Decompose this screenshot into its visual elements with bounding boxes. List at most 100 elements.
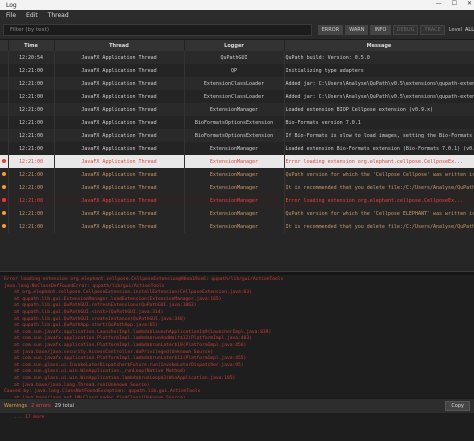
error-dot-icon	[1, 197, 6, 202]
log-row[interactable]: 12:21:00 JavaFX Application Thread Extensi…	[0, 168, 474, 181]
col-indicator	[0, 40, 9, 51]
cell-thread: JavaFX Application Thread	[54, 129, 185, 142]
log-row[interactable]: 12:20:54 JavaFX Application Thread QuPathG…	[0, 51, 474, 64]
stacktrace-line: at org.elephant.cellpose.CellposeExtensi…	[14, 290, 252, 296]
filter-input[interactable]: Filter (by text)	[3, 23, 312, 36]
log-row[interactable]: 12:21:00 JavaFX Application Thread Extensi…	[0, 181, 474, 194]
log-row[interactable]: 12:21:00 JavaFX Application Thread BioForm…	[0, 116, 474, 129]
cell-thread: JavaFX Application Thread	[54, 220, 185, 233]
cell-thread: JavaFX Application Thread	[54, 103, 185, 116]
stacktrace-line: at qupath.lib.gui.QuPathApp.start(QuPath…	[14, 323, 158, 329]
close-icon[interactable]: ✕	[467, 0, 472, 7]
cell-logger: ExtensionManager	[184, 103, 285, 116]
row-indicator	[0, 194, 9, 207]
log-row[interactable]: 12:21:00 JavaFX Application Thread Extensi…	[0, 207, 474, 220]
level-select[interactable]: Level ALL	[449, 27, 474, 33]
warning-dot-icon	[1, 210, 6, 215]
cell-time: 12:21:00	[8, 207, 55, 220]
cell-message: Added jar: C:\Users\Analyse\QuPath\v0.5\…	[284, 77, 474, 90]
col-thread[interactable]: Thread	[54, 40, 185, 51]
col-time[interactable]: Time	[8, 40, 55, 51]
cell-message: It is recommended that you delete file:/…	[284, 220, 474, 233]
stacktrace-line: Error loading extension org.elephant.cel…	[4, 277, 284, 282]
level-debug-toggle[interactable]: DEBUG	[392, 24, 419, 35]
row-indicator	[0, 90, 9, 103]
cell-logger: ExtensionClassLoader	[184, 77, 285, 90]
cell-thread: JavaFX Application Thread	[54, 155, 185, 168]
total-count: 29 total	[54, 403, 75, 409]
stacktrace-line: Caused by: java.lang.ClassNotFoundExcept…	[4, 389, 201, 395]
cell-thread: JavaFX Application Thread	[54, 181, 185, 194]
window-title: Log	[6, 1, 17, 9]
log-row[interactable]: 12:21:00 JavaFX Application Thread BioForm…	[0, 129, 474, 142]
level-info-toggle[interactable]: INFO	[370, 24, 391, 35]
status-bar: Warnings 2 errors 29 total Copy	[0, 398, 474, 413]
cell-logger: ExtensionManager	[184, 207, 285, 220]
cell-time: 12:21:00	[8, 64, 55, 77]
row-indicator	[0, 142, 9, 155]
row-indicator	[0, 64, 9, 77]
errors-count: 2 errors	[31, 403, 51, 409]
log-row[interactable]: 12:21:00 JavaFX Application Thread Extensi…	[0, 194, 474, 207]
log-row[interactable]: 12:21:00 JavaFX Application Thread Extensi…	[0, 77, 474, 90]
stacktrace-line: ... 17 more	[14, 415, 45, 421]
stacktrace-line: at com.sun.javafx.application.PlatformIm…	[14, 356, 247, 362]
cell-thread: JavaFX Application Thread	[54, 142, 185, 155]
cell-time: 12:21:00	[8, 90, 55, 103]
log-window: Log — ☐ ✕ File Edit Thread Filter (by te…	[0, 0, 474, 441]
cell-time: 12:21:00	[8, 168, 55, 181]
cell-message: It is recommended that you delete file:/…	[284, 181, 474, 194]
row-indicator	[0, 168, 9, 181]
log-row[interactable]: 12:21:00 JavaFX Application Thread Extensi…	[0, 103, 474, 116]
cell-message: QuPath version for which the 'Cellpose C…	[284, 168, 474, 181]
stacktrace-panel: Error loading extension org.elephant.cel…	[0, 275, 474, 441]
cell-message: Initializing type adapters	[284, 64, 474, 77]
menu-thread[interactable]: Thread	[48, 12, 69, 19]
menu-file[interactable]: File	[6, 12, 16, 19]
log-row[interactable]: 12:21:00 JavaFX Application Thread Extensi…	[0, 220, 474, 233]
col-logger[interactable]: Logger	[184, 40, 285, 51]
cell-time: 12:21:00	[8, 103, 55, 116]
level-trace-toggle[interactable]: TRACE	[420, 24, 445, 35]
row-indicator	[0, 181, 9, 194]
menu-edit[interactable]: Edit	[26, 12, 38, 19]
cell-logger: QuPathGUI	[184, 51, 285, 64]
cell-time: 12:21:00	[8, 77, 55, 90]
log-row[interactable]: 12:21:00 JavaFX Application Thread QP Initi…	[0, 64, 474, 77]
cell-thread: JavaFX Application Thread	[54, 116, 185, 129]
row-indicator	[0, 207, 9, 220]
cell-logger: ExtensionManager	[184, 194, 285, 207]
col-message[interactable]: Message	[284, 40, 474, 51]
log-row[interactable]: 12:21:00 JavaFX Application Thread Extensi…	[0, 155, 474, 168]
level-value: ALL	[465, 26, 474, 33]
cell-message: Bio-Formats version 7.0.1	[284, 116, 474, 129]
log-row[interactable]: 12:21:00 JavaFX Application Thread Extensi…	[0, 142, 474, 155]
maximize-icon[interactable]: ☐	[452, 0, 457, 7]
cell-time: 12:21:00	[8, 129, 55, 142]
copy-button[interactable]: Copy	[445, 401, 470, 411]
level-error-toggle[interactable]: ERROR	[317, 24, 344, 35]
stacktrace-line: at com.sun.glass.ui.win.WinApplication.l…	[14, 375, 236, 381]
cell-logger: ExtensionManager	[184, 155, 285, 168]
cell-time: 12:21:00	[8, 220, 55, 233]
cell-logger: QP	[184, 64, 285, 77]
cell-thread: JavaFX Application Thread	[54, 77, 185, 90]
cell-logger: BioFormatsOptionsExtension	[184, 129, 285, 142]
log-row[interactable]: 12:21:00 JavaFX Application Thread Extensi…	[0, 90, 474, 103]
toolbar: Filter (by text) ERROR WARN INFO DEBUG T…	[0, 20, 474, 40]
cell-thread: JavaFX Application Thread	[54, 168, 185, 181]
row-indicator	[0, 77, 9, 90]
minimize-icon[interactable]: —	[436, 0, 442, 7]
cell-logger: ExtensionManager	[184, 181, 285, 194]
stacktrace-line: at com.sun.javafx.application.PlatformIm…	[14, 342, 247, 348]
cell-thread: JavaFX Application Thread	[54, 194, 185, 207]
cell-logger: ExtensionManager	[184, 142, 285, 155]
stacktrace-line: at qupath.lib.gui.QuPathGUI.refreshExten…	[14, 303, 197, 309]
row-indicator	[0, 129, 9, 142]
warning-dot-icon	[1, 184, 6, 189]
warning-dot-icon	[1, 223, 6, 228]
cell-thread: JavaFX Application Thread	[54, 207, 185, 220]
cell-message: QuPath build: Version: 0.5.0	[284, 51, 474, 64]
title-bar: Log — ☐ ✕	[0, 0, 474, 10]
level-warn-toggle[interactable]: WARN	[345, 24, 369, 35]
